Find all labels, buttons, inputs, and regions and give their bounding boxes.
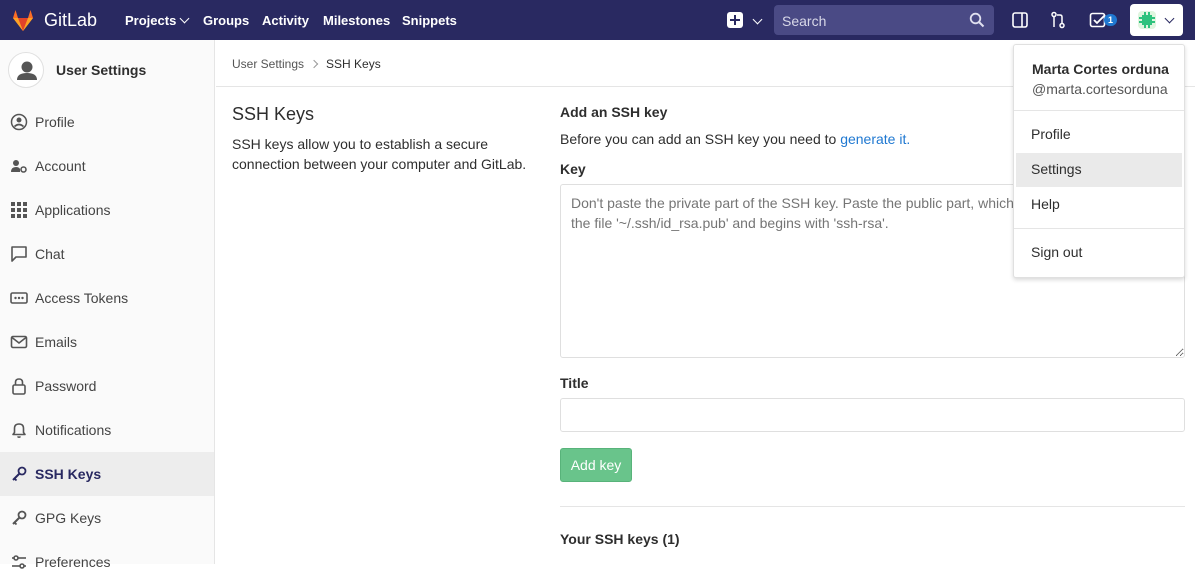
chat-icon bbox=[11, 246, 27, 262]
envelope-icon bbox=[10, 335, 28, 349]
dropdown-item-help[interactable]: Help bbox=[1016, 188, 1182, 222]
sliders-icon bbox=[12, 555, 26, 569]
user-dropdown-menu: Marta Cortes orduna @marta.cortesorduna … bbox=[1013, 44, 1185, 278]
user-menu-button[interactable] bbox=[1130, 4, 1183, 36]
sidebar-item-label: Password bbox=[35, 378, 97, 394]
token-icon bbox=[10, 292, 28, 304]
sidebar-item-label: Applications bbox=[35, 202, 111, 218]
divider bbox=[1014, 110, 1184, 111]
users-gear-icon bbox=[11, 160, 27, 173]
your-ssh-keys-heading: Your SSH keys (1) bbox=[560, 531, 680, 547]
key-label: Key bbox=[560, 161, 586, 177]
avatar bbox=[1138, 11, 1156, 29]
nav-milestones[interactable]: Milestones bbox=[323, 13, 390, 28]
new-item-plus-icon[interactable] bbox=[727, 12, 743, 28]
todo-count-badge: 1 bbox=[1104, 14, 1117, 26]
nav-groups[interactable]: Groups bbox=[203, 13, 249, 28]
sidebar-item-preferences[interactable]: Preferences bbox=[0, 540, 214, 584]
dropdown-item-sign-out[interactable]: Sign out bbox=[1016, 236, 1182, 270]
sidebar-item-label: Notifications bbox=[35, 422, 112, 438]
sidebar-item-label: Access Tokens bbox=[35, 290, 129, 306]
sidebar-item-applications[interactable]: Applications bbox=[0, 188, 214, 232]
user-avatar-icon bbox=[8, 52, 44, 88]
sidebar-item-profile[interactable]: Profile bbox=[0, 100, 214, 144]
dropdown-item-label: Settings bbox=[1031, 161, 1082, 177]
divider bbox=[560, 506, 1185, 507]
key-icon bbox=[12, 466, 27, 482]
brand-name[interactable]: GitLab bbox=[44, 10, 97, 31]
sidebar-item-label: GPG Keys bbox=[35, 510, 102, 526]
chevron-down-icon[interactable] bbox=[752, 14, 763, 25]
nav-projects[interactable]: Projects bbox=[125, 13, 190, 28]
dropdown-item-label: Help bbox=[1031, 196, 1060, 212]
sidebar-item-label: Account bbox=[35, 158, 86, 174]
dropdown-item-label: Sign out bbox=[1031, 244, 1083, 260]
generate-it-link[interactable]: generate it. bbox=[840, 131, 910, 147]
sidebar-item-ssh-keys[interactable]: SSH Keys bbox=[0, 452, 214, 496]
add-key-button[interactable]: Add key bbox=[560, 448, 632, 482]
search-icon[interactable] bbox=[969, 12, 985, 28]
gitlab-logo-icon[interactable] bbox=[10, 7, 36, 33]
grid-icon bbox=[11, 202, 27, 218]
title-input[interactable] bbox=[560, 398, 1185, 432]
sidebar-item-chat[interactable]: Chat bbox=[0, 232, 214, 276]
section-description: SSH keys allow you to establish a secure… bbox=[232, 136, 527, 172]
breadcrumb-parent[interactable]: User Settings bbox=[232, 57, 304, 71]
chevron-down-icon bbox=[179, 13, 190, 24]
merge-request-icon[interactable] bbox=[1050, 11, 1066, 29]
nav-activity[interactable]: Activity bbox=[262, 13, 309, 28]
title-label: Title bbox=[560, 375, 589, 391]
sidebar-item-notifications[interactable]: Notifications bbox=[0, 408, 214, 452]
dropdown-username[interactable]: @marta.cortesorduna bbox=[1032, 81, 1168, 97]
nav-snippets[interactable]: Snippets bbox=[402, 13, 457, 28]
divider bbox=[1014, 228, 1184, 229]
chevron-right-icon bbox=[309, 59, 319, 69]
dropdown-user-name[interactable]: Marta Cortes orduna bbox=[1032, 61, 1169, 77]
sidebar-item-gpg-keys[interactable]: GPG Keys bbox=[0, 496, 214, 540]
sidebar-item-account[interactable]: Account bbox=[0, 144, 214, 188]
sidebar-item-password[interactable]: Password bbox=[0, 364, 214, 408]
bell-icon bbox=[12, 423, 26, 438]
settings-sidebar: User Settings Profile Account Applicatio… bbox=[0, 40, 215, 570]
key-icon bbox=[12, 510, 27, 526]
page-title: SSH Keys bbox=[232, 104, 315, 124]
sidebar-item-access-tokens[interactable]: Access Tokens bbox=[0, 276, 214, 320]
search-input[interactable]: Search bbox=[782, 13, 826, 29]
sidebar-item-label: Emails bbox=[35, 334, 78, 350]
chevron-down-icon bbox=[1164, 13, 1175, 24]
dropdown-item-profile[interactable]: Profile bbox=[1016, 118, 1182, 152]
sidebar-title: User Settings bbox=[56, 62, 147, 78]
top-navbar: GitLab Projects Groups Activity Mileston… bbox=[0, 0, 1195, 40]
sidebar-item-label: SSH Keys bbox=[35, 466, 102, 482]
add-ssh-key-description: Before you can add an SSH key you need t… bbox=[560, 131, 910, 147]
search-box[interactable]: Search bbox=[774, 5, 994, 35]
dropdown-item-settings[interactable]: Settings bbox=[1016, 153, 1182, 187]
lock-icon bbox=[12, 378, 26, 395]
nav-projects-label: Projects bbox=[125, 13, 177, 28]
breadcrumb-current[interactable]: SSH Keys bbox=[326, 57, 381, 71]
sidebar-item-label: Preferences bbox=[35, 554, 111, 570]
add-ssh-key-heading: Add an SSH key bbox=[560, 104, 668, 120]
user-circle-icon bbox=[10, 113, 28, 131]
breadcrumb: User Settings SSH Keys bbox=[232, 57, 381, 71]
sidebar-item-emails[interactable]: Emails bbox=[0, 320, 214, 364]
sidebar-toggle-icon[interactable] bbox=[1011, 11, 1029, 29]
sidebar-item-label: Chat bbox=[35, 246, 65, 262]
sidebar-header[interactable]: User Settings bbox=[0, 40, 215, 102]
add-desc-text: Before you can add an SSH key you need t… bbox=[560, 131, 841, 147]
dropdown-item-label: Profile bbox=[1031, 126, 1071, 142]
sidebar-item-label: Profile bbox=[35, 114, 75, 130]
